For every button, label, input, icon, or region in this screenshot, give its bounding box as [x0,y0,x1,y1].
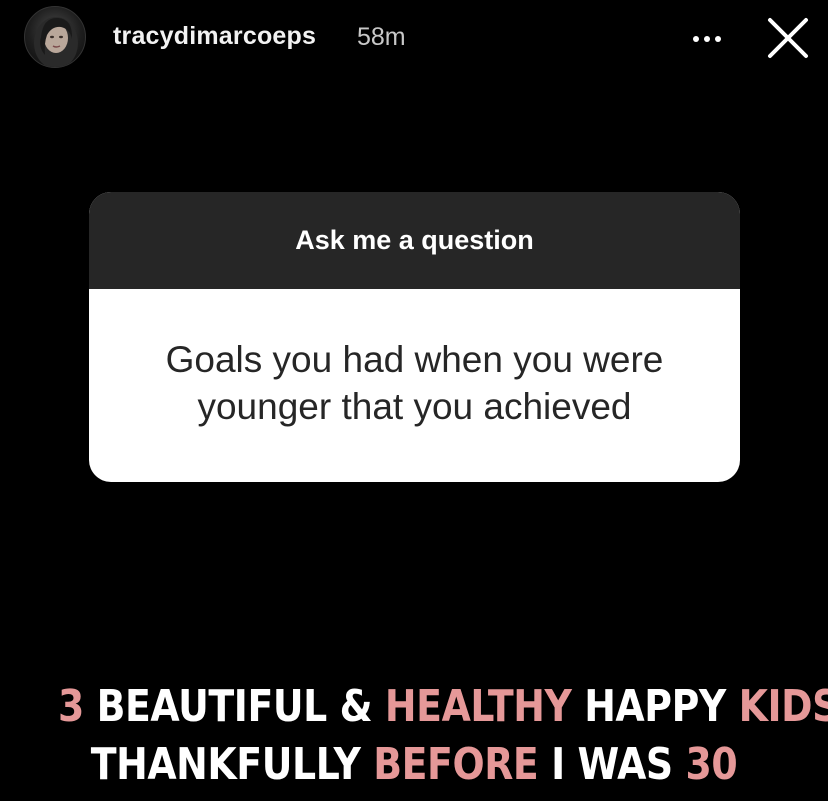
caption-word: HAPPY [571,681,739,732]
username[interactable]: tracydimarcoeps [113,22,316,51]
question-sticker-body: Goals you had when you were younger that… [89,289,740,482]
close-icon [768,18,808,58]
caption-word: KIDS [738,681,828,732]
question-text: Goals you had when you were younger that… [165,338,664,427]
story-caption: 3 BEAUTIFUL & HEALTHY HAPPY KIDS THANKFU… [57,678,828,794]
question-sticker[interactable]: Ask me a question Goals you had when you… [89,192,740,482]
profile-avatar[interactable] [24,6,86,68]
post-timestamp: 58m [357,23,406,51]
caption-line-1: 3 BEAUTIFUL & HEALTHY HAPPY KIDS [57,678,828,736]
caption-line-2: THANKFULLY BEFORE I WAS 30 [58,736,770,794]
caption-word: HEALTHY [384,681,572,732]
caption-word: BEAUTIFUL & [96,681,385,732]
caption-word: BEFORE [373,739,539,790]
question-sticker-header: Ask me a question [89,192,740,289]
caption-word: 30 [685,739,738,790]
caption-word: THANKFULLY [90,739,374,790]
caption-word: I WAS [538,739,686,790]
more-options-button[interactable] [688,24,728,54]
question-sticker-title: Ask me a question [295,225,534,255]
close-story-button[interactable] [764,14,812,62]
caption-word: 3 [57,681,97,732]
story-header: tracydimarcoeps 58m [0,0,828,80]
more-horizontal-icon [693,36,721,42]
avatar-image [34,17,78,67]
